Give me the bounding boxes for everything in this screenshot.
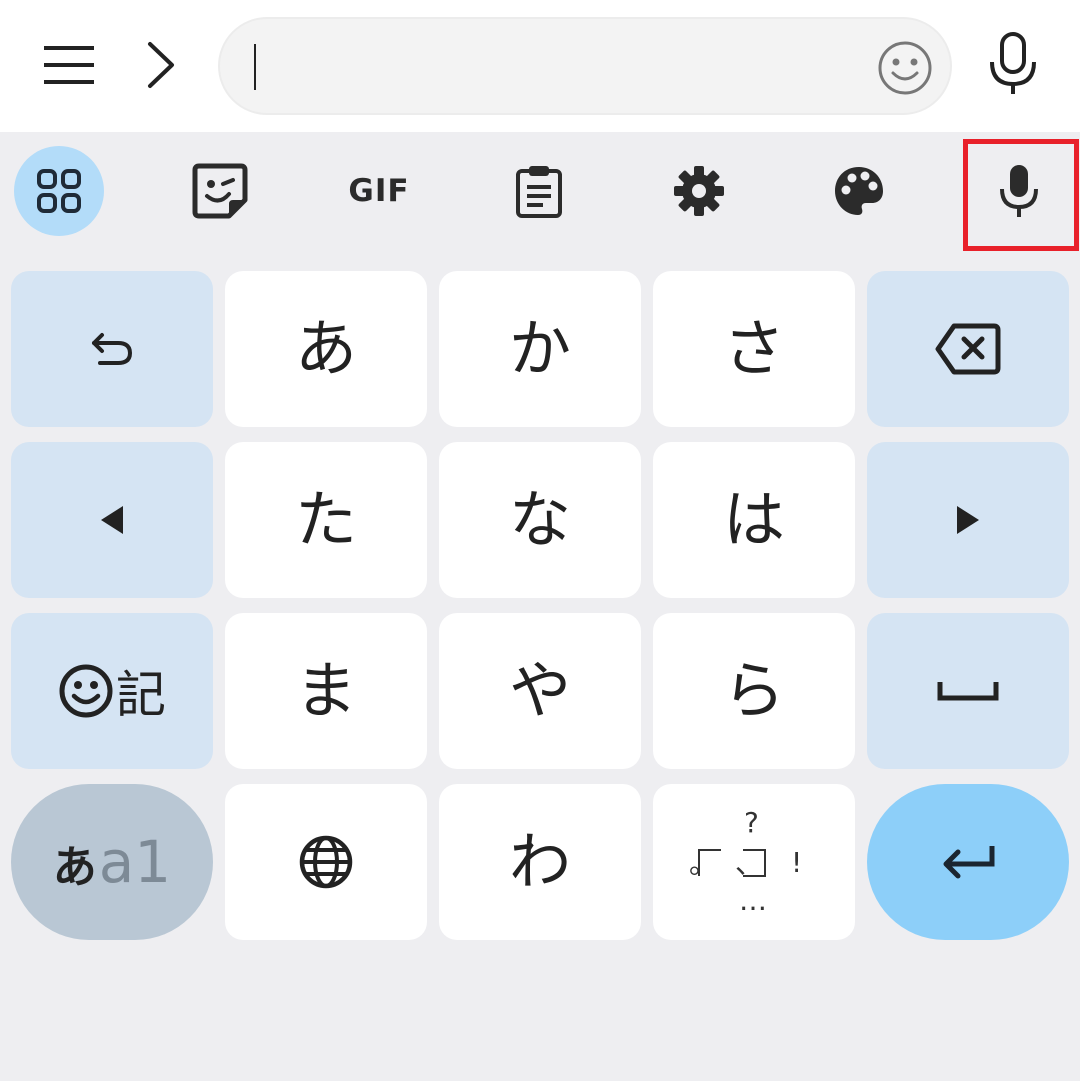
key-ha-label: は xyxy=(722,483,785,556)
key-ya[interactable]: や xyxy=(439,613,641,769)
key-ta[interactable]: た xyxy=(225,442,427,598)
input-mode-key[interactable]: あ a1 xyxy=(11,784,213,940)
highlight-box xyxy=(963,139,1079,251)
gif-button[interactable]: GIF xyxy=(334,146,424,236)
key-ma[interactable]: ま xyxy=(225,613,427,769)
cursor-right-key[interactable] xyxy=(867,442,1069,598)
bracket-close-icon xyxy=(743,849,766,877)
key-sa-label: さ xyxy=(722,312,785,385)
triangle-left-icon xyxy=(101,506,123,534)
key-sa[interactable]: さ xyxy=(653,271,855,427)
backspace-key[interactable] xyxy=(867,271,1069,427)
symbol-key-label: 記 xyxy=(116,666,166,724)
language-key[interactable] xyxy=(225,784,427,940)
clipboard-icon xyxy=(516,166,562,218)
sticker-button[interactable] xyxy=(175,146,265,236)
smiley-icon xyxy=(59,664,113,718)
undo-icon xyxy=(92,333,133,365)
key-ra[interactable]: ら xyxy=(653,613,855,769)
menu-icon[interactable] xyxy=(40,36,98,94)
gif-icon: GIF xyxy=(348,173,410,209)
microphone-icon[interactable] xyxy=(984,30,1042,100)
undo-key[interactable] xyxy=(11,271,213,427)
key-ta-label: た xyxy=(294,483,357,556)
triangle-right-icon xyxy=(957,506,979,534)
key-ha[interactable]: は xyxy=(653,442,855,598)
gear-icon xyxy=(674,166,724,216)
chevron-right-icon[interactable] xyxy=(138,36,186,94)
app-bar xyxy=(0,0,1080,132)
sticker-icon xyxy=(192,163,248,219)
text-cursor xyxy=(254,44,256,90)
key-a-label: あ xyxy=(294,312,357,385)
enter-key[interactable] xyxy=(867,784,1069,940)
punct-question: ? xyxy=(744,806,759,839)
punct-ellipsis: … xyxy=(739,884,767,917)
key-a[interactable]: あ xyxy=(225,271,427,427)
clipboard-button[interactable] xyxy=(494,146,584,236)
key-wa[interactable]: わ xyxy=(439,784,641,940)
mode-kana-label: あ xyxy=(52,842,97,893)
settings-button[interactable] xyxy=(654,146,744,236)
space-icon xyxy=(937,682,999,701)
key-ma-label: ま xyxy=(294,654,357,727)
mode-latin-label: a1 xyxy=(98,828,172,896)
apps-button[interactable] xyxy=(14,146,104,236)
key-ka-label: か xyxy=(508,312,571,385)
key-ya-label: や xyxy=(508,654,571,727)
key-na[interactable]: な xyxy=(439,442,641,598)
cursor-left-key[interactable] xyxy=(11,442,213,598)
smiley-icon[interactable] xyxy=(876,39,934,97)
search-input[interactable] xyxy=(218,17,952,115)
bracket-open-icon xyxy=(698,849,721,876)
keyboard-toolbar: GIF xyxy=(0,132,1080,251)
punct-exclaim: ! xyxy=(791,846,803,879)
key-ka[interactable]: か xyxy=(439,271,641,427)
key-na-label: な xyxy=(508,483,571,556)
enter-arrow-icon xyxy=(943,846,995,879)
backspace-icon xyxy=(935,323,1001,375)
globe-icon xyxy=(299,835,353,889)
key-wa-label: わ xyxy=(508,825,571,898)
space-key[interactable] xyxy=(867,613,1069,769)
apps-grid-icon xyxy=(37,169,81,213)
theme-button[interactable] xyxy=(814,146,904,236)
key-ra-label: ら xyxy=(722,654,785,727)
palette-icon xyxy=(835,167,883,215)
punctuation-key[interactable]: ? 。 、 ! … xyxy=(653,784,855,940)
emoji-symbol-key[interactable]: 記 xyxy=(11,613,213,769)
